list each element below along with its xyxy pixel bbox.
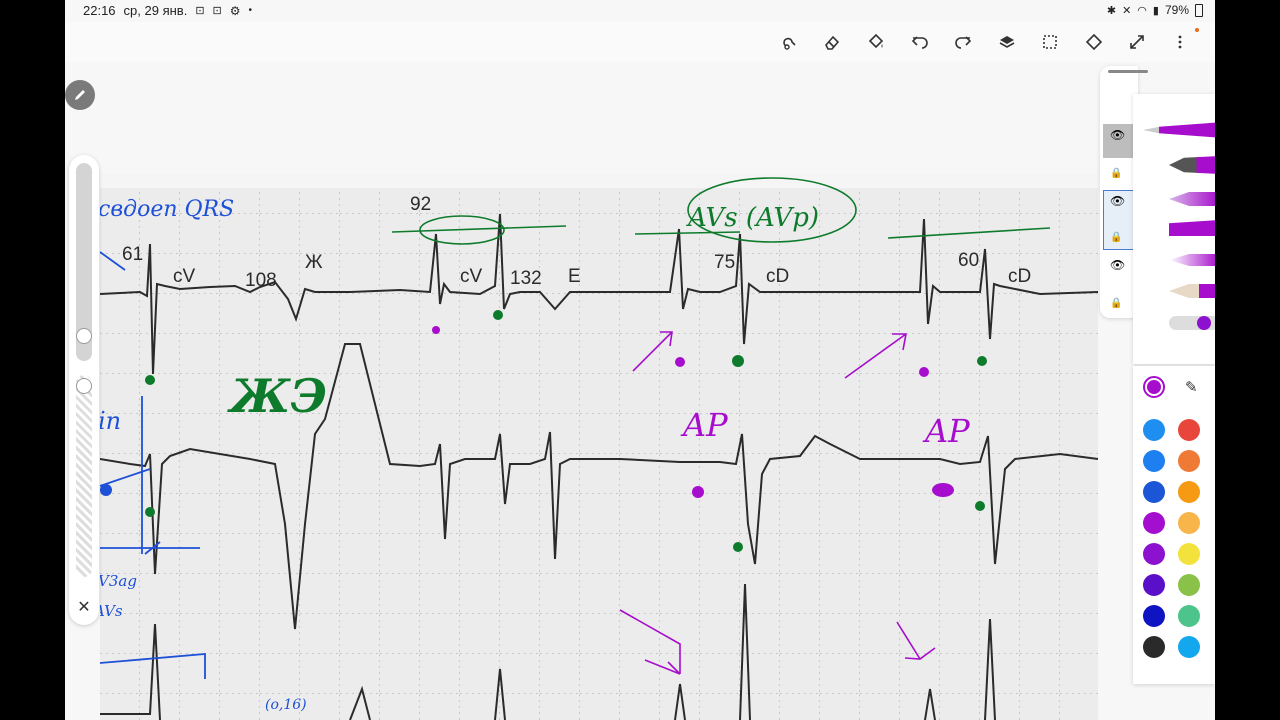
right-panels: 👁 🔒 👁 🔒 👁 🔒 ✎ bbox=[1100, 66, 1215, 686]
color-swatch[interactable] bbox=[1143, 450, 1165, 472]
size-opacity-sliders: ✕ bbox=[69, 155, 99, 625]
note-avs: AVs (AVp) bbox=[686, 203, 819, 233]
label-60: 60 bbox=[958, 250, 979, 271]
current-color[interactable] bbox=[1143, 376, 1165, 398]
color-swatch[interactable] bbox=[1178, 419, 1200, 441]
label-cv-2: cV bbox=[460, 266, 483, 287]
screenshot-icon: ⊡ bbox=[195, 5, 205, 17]
note-vs: AVs bbox=[100, 602, 123, 620]
label-zh: Ж bbox=[305, 252, 323, 273]
pen-button[interactable] bbox=[65, 80, 95, 110]
more-icon[interactable] bbox=[1167, 30, 1193, 54]
calligraphy-brush[interactable] bbox=[1169, 220, 1215, 236]
color-swatch[interactable] bbox=[1178, 605, 1200, 627]
lasso-icon[interactable] bbox=[777, 30, 803, 54]
color-swatch[interactable] bbox=[1178, 450, 1200, 472]
color-swatch[interactable] bbox=[1143, 574, 1165, 596]
opacity-slider-track[interactable] bbox=[76, 375, 92, 577]
top-toolbar bbox=[65, 22, 1215, 63]
letterbox-right bbox=[1215, 0, 1280, 720]
app-screen: 22:16 ср, 29 янв. ⊡ ⊡ ⚙ • ✱ ✕ ◠ ▮ 79% 61… bbox=[65, 0, 1215, 720]
ecg-strip[interactable]: 61 cV 108 Ж 92 cV 132 E 75 cD 60 cD свдо… bbox=[65, 174, 1099, 720]
label-92: 92 bbox=[410, 194, 431, 215]
label-61: 61 bbox=[122, 244, 143, 265]
marker-brush[interactable] bbox=[1143, 122, 1215, 138]
brush-list bbox=[1133, 94, 1215, 364]
note-ap-1: AP bbox=[680, 406, 728, 444]
status-time: 22:16 bbox=[83, 3, 116, 18]
label-cd-2: cD bbox=[1008, 266, 1031, 287]
letterbox-left bbox=[0, 0, 65, 720]
notification-dot bbox=[1195, 28, 1199, 32]
round-brush-tip bbox=[1197, 316, 1211, 330]
label-cv-1: cV bbox=[173, 266, 196, 287]
screen-record-icon: ⊡ bbox=[212, 5, 222, 17]
lock-icon[interactable]: 🔒 bbox=[1110, 168, 1122, 179]
pen-brush[interactable] bbox=[1169, 156, 1215, 174]
ecg-drawing: 61 cV 108 Ж 92 cV 132 E 75 cD 60 cD свдо… bbox=[65, 174, 1099, 720]
canvas-empty-area[interactable] bbox=[65, 62, 1215, 174]
color-swatch[interactable] bbox=[1143, 512, 1165, 534]
expand-icon[interactable] bbox=[1124, 30, 1150, 54]
eyedropper-icon[interactable]: ✎ bbox=[1185, 378, 1198, 396]
eye-icon[interactable]: 👁 bbox=[1110, 258, 1125, 272]
note-v3: V3ag bbox=[100, 572, 137, 590]
panel-handle[interactable] bbox=[1108, 70, 1148, 73]
signal-icon: ▮ bbox=[1152, 4, 1159, 17]
color-swatch[interactable] bbox=[1178, 481, 1200, 503]
watercolor-brush[interactable] bbox=[1169, 192, 1215, 206]
battery-level: 79% bbox=[1164, 3, 1189, 17]
note-bottom: (o,16) bbox=[265, 697, 307, 713]
color-swatch[interactable] bbox=[1178, 512, 1200, 534]
label-cd-1: cD bbox=[766, 266, 789, 287]
close-icon[interactable]: ✕ bbox=[76, 599, 92, 616]
status-date: ср, 29 янв. bbox=[123, 3, 188, 18]
mute-icon: ✕ bbox=[1122, 4, 1132, 17]
select-icon[interactable] bbox=[1037, 30, 1063, 54]
pencil-brush[interactable] bbox=[1169, 284, 1215, 298]
color-swatch[interactable] bbox=[1143, 636, 1165, 658]
color-swatch[interactable] bbox=[1178, 636, 1200, 658]
note-in: in bbox=[100, 407, 121, 435]
color-swatch[interactable] bbox=[1178, 574, 1200, 596]
layers-icon[interactable] bbox=[994, 30, 1020, 54]
color-swatch[interactable] bbox=[1143, 419, 1165, 441]
color-swatch[interactable] bbox=[1178, 543, 1200, 565]
sync-icon: ⚙ bbox=[229, 3, 241, 18]
lock-icon[interactable]: 🔒 bbox=[1110, 232, 1122, 243]
eye-icon[interactable]: 👁 bbox=[1110, 194, 1125, 208]
undo-icon[interactable] bbox=[907, 30, 933, 54]
fill-icon[interactable] bbox=[863, 30, 889, 54]
blue-dot bbox=[100, 484, 112, 496]
eraser-icon[interactable] bbox=[819, 30, 845, 54]
dot-icon: • bbox=[248, 5, 253, 16]
eye-icon[interactable]: 👁 bbox=[1110, 128, 1125, 142]
note-zhe: ЖЭ bbox=[227, 369, 327, 423]
lock-icon[interactable]: 🔒 bbox=[1110, 298, 1122, 309]
label-e: E bbox=[568, 266, 581, 287]
color-swatch[interactable] bbox=[1143, 481, 1165, 503]
battery-icon bbox=[1195, 3, 1203, 17]
opacity-slider-handle[interactable] bbox=[76, 378, 92, 394]
transform-icon[interactable] bbox=[1081, 30, 1107, 54]
note-ap-2: AP bbox=[922, 412, 970, 450]
redo-icon[interactable] bbox=[950, 30, 976, 54]
size-slider-handle[interactable] bbox=[76, 328, 92, 344]
color-swatch[interactable] bbox=[1143, 543, 1165, 565]
color-swatch[interactable] bbox=[1143, 605, 1165, 627]
bluetooth-icon: ✱ bbox=[1106, 4, 1117, 17]
note-header: свдоеп QRS bbox=[100, 197, 234, 222]
label-75: 75 bbox=[714, 252, 735, 273]
label-108: 108 bbox=[245, 270, 277, 291]
wifi-icon: ◠ bbox=[1137, 4, 1147, 17]
label-132: 132 bbox=[510, 268, 542, 289]
status-bar: 22:16 ср, 29 янв. ⊡ ⊡ ⚙ • ✱ ✕ ◠ ▮ 79% bbox=[65, 0, 1215, 22]
airbrush-brush[interactable] bbox=[1169, 254, 1215, 266]
color-palette: ✎ bbox=[1133, 366, 1215, 684]
